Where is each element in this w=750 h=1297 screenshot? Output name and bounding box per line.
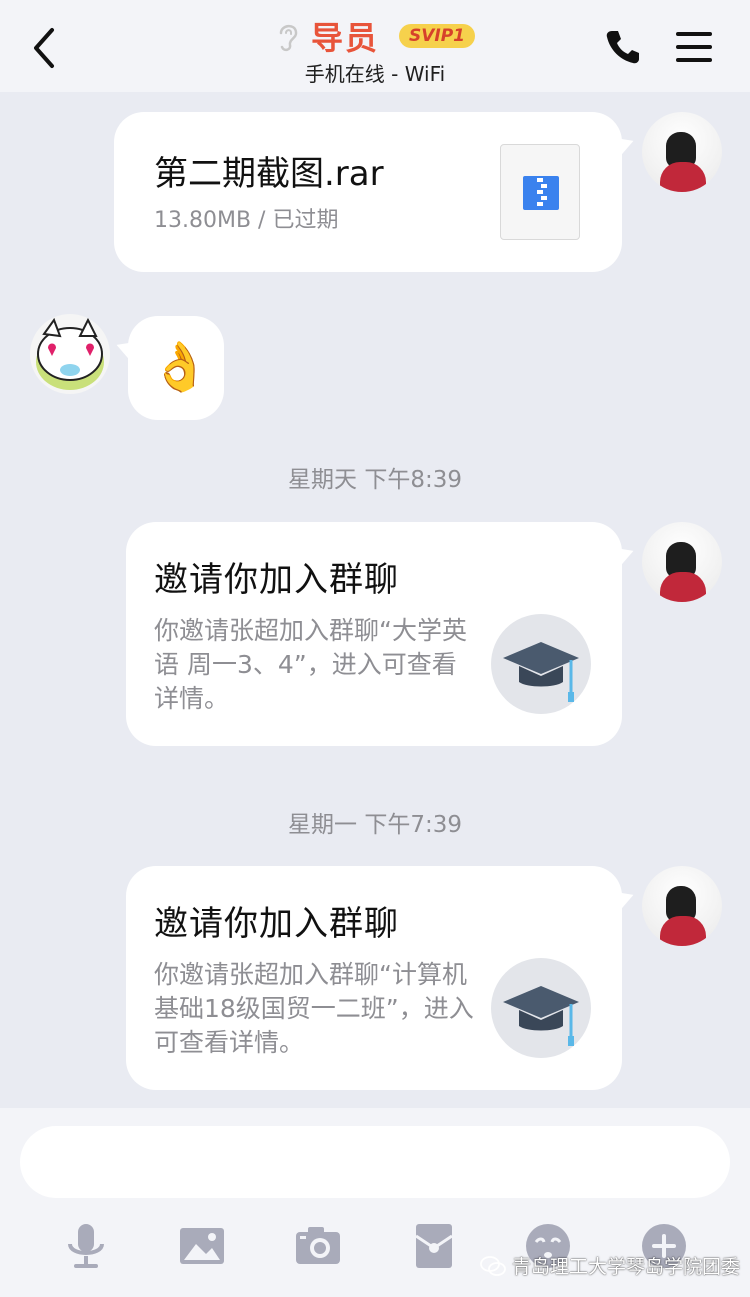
camera-icon xyxy=(296,1227,340,1264)
menu-icon xyxy=(676,32,712,62)
svip-badge[interactable]: SVIP1 xyxy=(399,24,476,48)
file-message-bubble[interactable]: 第二期截图.rar 13.80MB / 已过期 xyxy=(114,112,622,272)
self-avatar[interactable] xyxy=(642,522,722,602)
invite-description: 你邀请张超加入群聊“计算机基础18级国贸一二班”，进入可查看详情。 xyxy=(154,960,474,1057)
timestamp-sunday: 星期天 下午8:39 xyxy=(288,467,462,493)
camera-button[interactable] xyxy=(294,1222,342,1270)
watermark: 青岛理工大学琴岛学院团委 xyxy=(480,1252,740,1279)
emoji-message-bubble[interactable]: 👌 xyxy=(128,316,224,420)
watermark-text: 青岛理工大学琴岛学院团委 xyxy=(512,1256,741,1278)
file-thumbnail xyxy=(500,144,580,240)
phone-icon xyxy=(606,31,639,64)
ear-icon xyxy=(279,24,298,52)
chat-header: 导员 SVIP1 手机在线 - WiFi xyxy=(0,0,750,92)
more-menu-button[interactable] xyxy=(676,30,712,64)
cat-avatar-icon xyxy=(36,317,104,390)
file-meta: 13.80MB / 已过期 xyxy=(154,208,339,233)
group-invite-card[interactable]: 邀请你加入群聊 你邀请张超加入群聊“大学英语 周一3、4”，进入可查看详情。 xyxy=(126,522,622,746)
self-avatar[interactable] xyxy=(642,866,722,946)
call-button[interactable] xyxy=(604,28,642,66)
microphone-icon xyxy=(68,1224,104,1268)
invite-title: 邀请你加入群聊 xyxy=(154,560,399,600)
graduation-cap-icon xyxy=(491,958,591,1058)
contact-name[interactable]: 导员 xyxy=(311,13,379,59)
contact-avatar[interactable] xyxy=(30,314,110,394)
graduation-cap-icon xyxy=(491,614,591,714)
zip-file-icon xyxy=(523,176,559,210)
red-packet-button[interactable] xyxy=(410,1222,458,1270)
red-packet-icon xyxy=(415,1224,453,1268)
file-name: 第二期截图.rar xyxy=(154,154,384,194)
timestamp-monday: 星期一 下午7:39 xyxy=(288,812,462,838)
ok-hand-emoji: 👌 xyxy=(150,339,210,395)
invite-title: 邀请你加入群聊 xyxy=(154,904,399,944)
self-avatar[interactable] xyxy=(642,112,722,192)
voice-button[interactable] xyxy=(62,1222,110,1270)
wechat-logo-icon xyxy=(480,1255,506,1276)
group-invite-card[interactable]: 邀请你加入群聊 你邀请张超加入群聊“计算机基础18级国贸一二班”，进入可查看详情… xyxy=(126,866,622,1090)
message-input[interactable] xyxy=(20,1126,730,1198)
photo-button[interactable] xyxy=(178,1222,226,1270)
invite-description: 你邀请张超加入群聊“大学英语 周一3、4”，进入可查看详情。 xyxy=(154,616,467,713)
image-icon xyxy=(180,1228,224,1264)
